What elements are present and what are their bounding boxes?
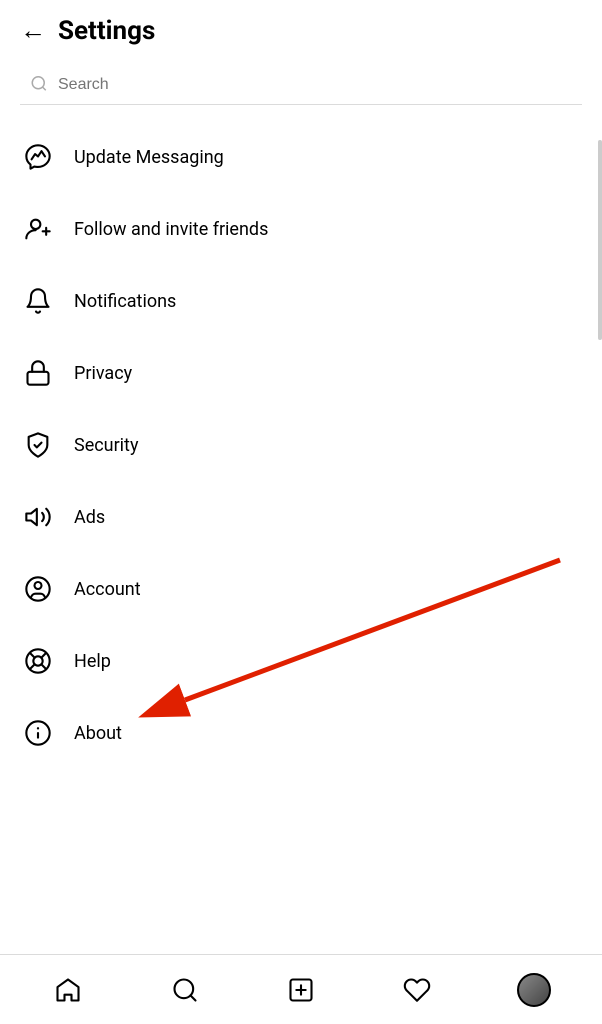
heart-icon <box>403 976 431 1004</box>
menu-item-help[interactable]: Help <box>0 625 602 697</box>
bottom-nav <box>0 954 602 1024</box>
add-person-icon <box>20 211 56 247</box>
search-icon <box>30 74 48 97</box>
menu-label-notifications: Notifications <box>74 291 176 312</box>
menu-label-about: About <box>74 723 122 744</box>
shield-check-icon <box>20 427 56 463</box>
search-container <box>20 66 582 105</box>
menu-item-privacy[interactable]: Privacy <box>0 337 602 409</box>
back-button[interactable]: ← <box>20 18 46 44</box>
nav-add[interactable] <box>276 965 326 1015</box>
menu-label-ads: Ads <box>74 507 105 528</box>
menu-label-privacy: Privacy <box>74 363 132 384</box>
menu-label-follow-invite: Follow and invite friends <box>74 219 268 240</box>
nav-search[interactable] <box>160 965 210 1015</box>
avatar <box>517 973 551 1007</box>
menu-label-help: Help <box>74 651 111 672</box>
messenger-icon <box>20 139 56 175</box>
info-circle-icon <box>20 715 56 751</box>
menu-item-about[interactable]: About <box>0 697 602 769</box>
menu-item-ads[interactable]: Ads <box>0 481 602 553</box>
home-icon <box>54 976 82 1004</box>
menu-item-account[interactable]: Account <box>0 553 602 625</box>
menu-label-security: Security <box>74 435 138 456</box>
header: ← Settings <box>0 0 602 58</box>
search-nav-icon <box>171 976 199 1004</box>
nav-heart[interactable] <box>392 965 442 1015</box>
menu-item-update-messaging[interactable]: Update Messaging <box>0 121 602 193</box>
menu-label-update-messaging: Update Messaging <box>74 147 224 168</box>
nav-profile[interactable] <box>509 965 559 1015</box>
lifebuoy-icon <box>20 643 56 679</box>
bell-icon <box>20 283 56 319</box>
page-title: Settings <box>58 16 155 46</box>
person-circle-icon <box>20 571 56 607</box>
search-input[interactable] <box>20 66 582 105</box>
main-content: ← Settings Update Messaging <box>0 0 602 954</box>
nav-home[interactable] <box>43 965 93 1015</box>
plus-square-icon <box>287 976 315 1004</box>
menu-item-notifications[interactable]: Notifications <box>0 265 602 337</box>
menu-item-security[interactable]: Security <box>0 409 602 481</box>
scrollbar[interactable] <box>598 140 602 340</box>
lock-icon <box>20 355 56 391</box>
megaphone-icon <box>20 499 56 535</box>
menu-label-account: Account <box>74 579 141 600</box>
settings-menu-list: Update Messaging Follow and invite frien… <box>0 121 602 769</box>
menu-item-follow-invite[interactable]: Follow and invite friends <box>0 193 602 265</box>
